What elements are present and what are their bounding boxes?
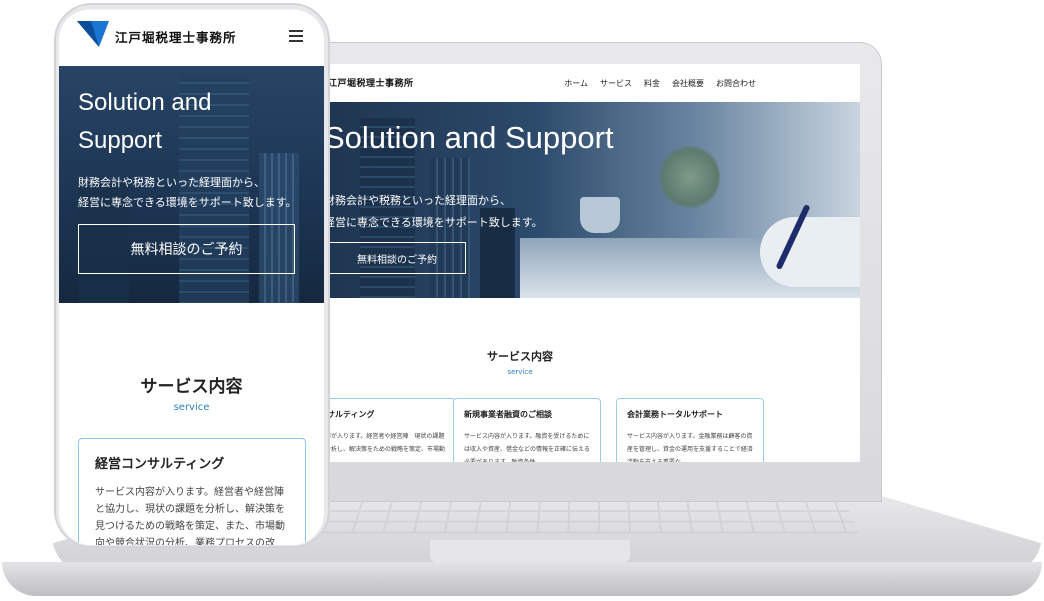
mobile-services-title: サービス内容 — [140, 377, 243, 397]
laptop-screen: 江戸堀税理士事務所 ホーム サービス 料金 会社概要 お問合わせ Solutio… — [320, 64, 860, 462]
laptop-trackpad — [430, 540, 630, 562]
service-card-financing[interactable]: 新規事業者融資のご相談 サービス内容が入ります。融資を受けるためには収入や資産、… — [453, 398, 601, 462]
hamburger-menu-icon[interactable] — [289, 30, 303, 42]
phone-screen: 江戸堀税理士事務所 Solution and Support 財務会計や税務とい… — [59, 10, 324, 545]
hero-cup-image — [580, 197, 620, 233]
mobile-services-subtitle: service — [173, 402, 210, 413]
hero-hand-image — [760, 217, 860, 287]
subtitle-line: 財務会計や税務といった経理面から、 — [78, 176, 265, 189]
desktop-nav: ホーム サービス 料金 会社概要 お問合わせ — [564, 78, 756, 89]
mobile-header: 江戸堀税理士事務所 — [59, 10, 324, 66]
card-title: 経営コンサルティング — [95, 457, 225, 472]
mobile-hero: Solution and Support 財務会計や税務といった経理面から、 経… — [59, 66, 324, 303]
nav-item-price[interactable]: 料金 — [644, 78, 660, 89]
card-title: 新規事業者融資のご相談 — [464, 410, 552, 419]
subtitle-line: 財務会計や税務といった経理面から、 — [324, 194, 511, 207]
desktop-header: 江戸堀税理士事務所 ホーム サービス 料金 会社概要 お問合わせ — [320, 64, 860, 102]
mobile-hero-subtitle: 財務会計や税務といった経理面から、 経営に専念できる環境をサポート致します。 — [78, 173, 297, 213]
service-card-consulting[interactable]: ンサルティング 内容が入ります。経営者や経営陣 現状の課題を分析し、解決策をため… — [320, 398, 456, 462]
subtitle-line: 経営に専念できる環境をサポート致します。 — [324, 216, 543, 229]
hero-plant-image — [660, 142, 720, 212]
mobile-consult-button[interactable]: 無料相談のご予約 — [78, 224, 295, 274]
nav-item-company[interactable]: 会社概要 — [672, 78, 704, 89]
desktop-services-title: サービス内容 — [487, 350, 553, 363]
mobile-hero-title: Solution and Support — [78, 84, 211, 160]
desktop-hero-subtitle: 財務会計や税務といった経理面から、 経営に専念できる環境をサポート致します。 — [324, 190, 543, 234]
logo-icon[interactable] — [77, 21, 109, 47]
desktop-hero-title: Solution and Support — [324, 120, 614, 155]
subtitle-line: 経営に専念できる環境をサポート致します。 — [78, 196, 297, 209]
card-body: サービス内容が入ります。融資を受けるためには収入や資産、借金などの情報を正確に伝… — [464, 433, 590, 462]
title-line: Support — [78, 127, 163, 154]
card-body: 内容が入ります。経営者や経営陣 現状の課題を分析し、解決策をための戦略を策定、市… — [320, 433, 446, 453]
nav-item-contact[interactable]: お問合わせ — [716, 78, 756, 89]
title-line: Solution and — [78, 89, 212, 116]
service-card-consulting[interactable]: 経営コンサルティング サービス内容が入ります。経営者や経営陣と協力し、現状の課題… — [78, 438, 306, 545]
mobile-logo[interactable]: 江戸堀税理士事務所 — [115, 27, 237, 46]
nav-item-home[interactable]: ホーム — [564, 78, 588, 89]
desktop-consult-button[interactable]: 無料相談のご予約 — [328, 242, 466, 274]
laptop-base — [2, 562, 1042, 596]
desktop-hero: Solution and Support 財務会計や税務といった経理面から、 経… — [320, 102, 860, 298]
card-body: サービス内容が入ります。金融業務は顧客の資産を管理し、資金の運用を支援することで… — [627, 433, 753, 462]
card-title: ンサルティング — [320, 410, 375, 419]
desktop-logo[interactable]: 江戸堀税理士事務所 — [328, 76, 414, 89]
desktop-services-subtitle: service — [507, 368, 533, 376]
card-body: サービス内容が入ります。経営者や経営陣と協力し、現状の課題を分析し、解決策を見つ… — [95, 487, 285, 545]
nav-item-service[interactable]: サービス — [600, 78, 632, 89]
service-card-accounting[interactable]: 会計業務トータルサポート サービス内容が入ります。金融業務は顧客の資産を管理し、… — [616, 398, 764, 462]
card-title: 会計業務トータルサポート — [627, 410, 723, 419]
